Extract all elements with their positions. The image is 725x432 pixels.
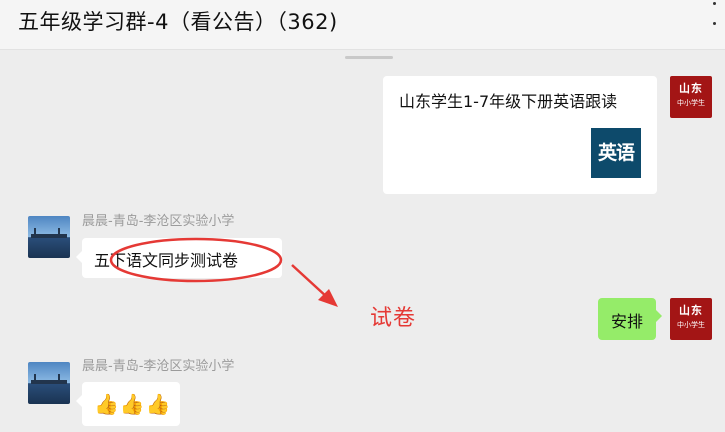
message-bubble[interactable]: 👍👍👍 [76,382,180,426]
link-card-thumbnail: 英语 [591,128,641,178]
message-bubble[interactable]: 五下语文同步测试卷 [76,238,282,278]
annotation-arrow-head [318,289,338,307]
annotation-label: 试卷 [370,306,417,331]
avatar[interactable] [28,216,70,258]
avatar-school-line1: 山东 [679,304,703,317]
sender-name: 晨晨-青岛-李沧区实验小学 [82,214,235,229]
sender-name: 晨晨-青岛-李沧区实验小学 [82,359,235,374]
avatar[interactable]: 山东 中小学生 [670,298,712,340]
avatar-school-line2: 中小学生 [677,321,705,329]
message-text: 安排 [611,312,644,331]
chat-title: 五年级学习群-4（看公告）（362) [18,10,338,34]
avatar-school-line2: 中小学生 [677,99,705,107]
avatar-photo-pier [31,234,67,238]
thumbs-up-icon: 👍👍👍 [94,392,172,416]
avatar-school-line1: 山东 [679,82,703,95]
link-card-title: 山东学生1-7年级下册英语跟读 [399,92,618,111]
more-options-icon[interactable] [713,0,719,40]
avatar[interactable] [28,362,70,404]
avatar[interactable]: 山东 中小学生 [670,76,712,118]
message-bubble-outgoing[interactable]: 安排 [598,298,662,340]
chat-header: 五年级学习群-4（看公告）（362) [0,0,725,50]
link-card-message[interactable]: 山东学生1-7年级下册英语跟读 英语 [383,76,657,194]
avatar-photo-pier [31,380,67,384]
annotation-arrow-line [291,264,329,299]
scroll-handle[interactable] [345,56,393,59]
message-text: 五下语文同步测试卷 [94,251,239,270]
